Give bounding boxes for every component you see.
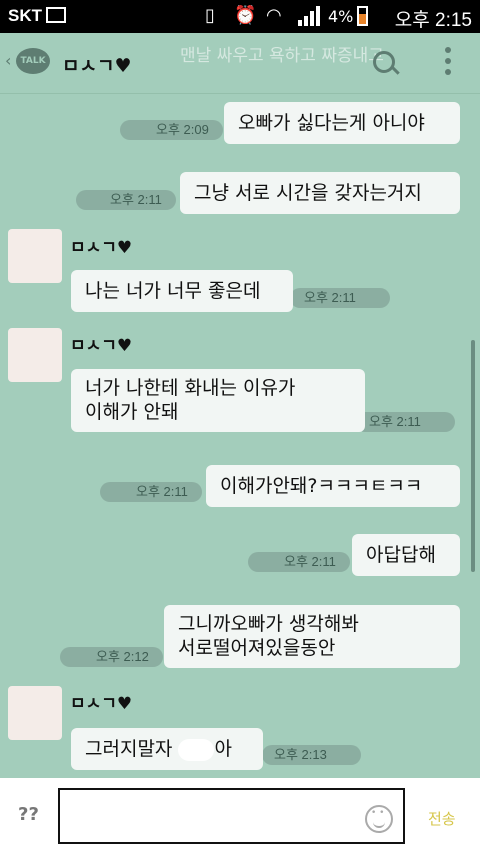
message-time: 오후 2:11 — [248, 552, 350, 572]
avatar[interactable] — [8, 686, 62, 740]
message-time: 오후 2:09 — [120, 120, 223, 140]
message-bubble[interactable]: 이해가안돼?ㅋㅋㅋㅌㅋㅋ — [206, 465, 460, 507]
signal-icon — [298, 6, 320, 26]
message-bubble[interactable]: 그니까오빠가 생각해봐 서로떨어져있을동안 — [164, 605, 460, 668]
message-time: 오후 2:11 — [100, 482, 202, 502]
message-line: 너가 나한테 화내는 이유가 — [85, 377, 296, 399]
more-menu-icon[interactable] — [445, 47, 451, 75]
chat-header: 맨날 싸우고 욕하고 짜증내고 ‹ TALK ㅁㅅㄱ♥ — [0, 33, 480, 94]
message-input[interactable] — [58, 788, 405, 844]
message-text: 아 — [214, 738, 232, 760]
search-icon[interactable] — [373, 51, 395, 73]
avatar[interactable] — [8, 229, 62, 283]
sender-name: ㅁㅅㄱ♥ — [70, 238, 133, 258]
emoticon-icon[interactable] — [365, 805, 393, 833]
status-bar: SKT ▯ ⏰ ◠ 4% 오후 2:15 — [0, 0, 480, 33]
status-time: 오후 2:15 — [394, 10, 472, 31]
scrollbar[interactable] — [471, 340, 475, 572]
battery-icon — [357, 6, 368, 26]
vibrate-icon: ▯ — [205, 5, 215, 26]
message-line: 서로떨어져있을동안 — [178, 637, 336, 659]
message-time: 오후 2:12 — [60, 647, 163, 667]
message-bubble[interactable]: 오빠가 싫다는게 아니야 — [224, 102, 460, 144]
message-time: 오후 2:11 — [76, 190, 176, 210]
chat-room-title: ㅁㅅㄱ♥ — [62, 55, 132, 77]
message-time: 오후 2:13 — [262, 745, 361, 765]
sender-name: ㅁㅅㄱ♥ — [70, 694, 133, 714]
message-bubble[interactable]: 그러지말자 아 — [71, 728, 263, 770]
message-line: 이해가 안돼 — [85, 401, 179, 423]
battery-percent: 4% — [328, 7, 354, 26]
message-time: 오후 2:11 — [355, 412, 455, 432]
wifi-icon: ◠ — [266, 5, 282, 26]
avatar[interactable] — [8, 328, 62, 382]
message-bubble[interactable]: 나는 너가 너무 좋은데 — [71, 270, 293, 312]
alarm-icon: ⏰ — [234, 5, 257, 26]
ghost-notice: 맨날 싸우고 욕하고 짜증내고 — [180, 46, 384, 66]
redaction-blob — [178, 738, 215, 761]
message-bubble[interactable]: 너가 나한테 화내는 이유가 이해가 안돼 — [71, 369, 365, 432]
talk-logo-icon[interactable]: TALK — [16, 48, 50, 74]
send-button[interactable]: 전송 — [428, 808, 456, 829]
image-notification-icon — [46, 7, 66, 23]
input-bar: ?? 전송 — [0, 778, 480, 853]
extra-menu-button[interactable]: ?? — [18, 804, 39, 825]
back-chevron-icon[interactable]: ‹ — [5, 51, 11, 70]
carrier-label: SKT — [8, 6, 42, 25]
message-text: 그러지말자 — [85, 738, 179, 760]
message-line: 그니까오빠가 생각해봐 — [178, 613, 359, 635]
message-bubble[interactable]: 그냥 서로 시간을 갖자는거지 — [180, 172, 460, 214]
message-bubble[interactable]: 아답답해 — [352, 534, 460, 576]
message-time: 오후 2:11 — [290, 288, 390, 308]
sender-name: ㅁㅅㄱ♥ — [70, 336, 133, 356]
